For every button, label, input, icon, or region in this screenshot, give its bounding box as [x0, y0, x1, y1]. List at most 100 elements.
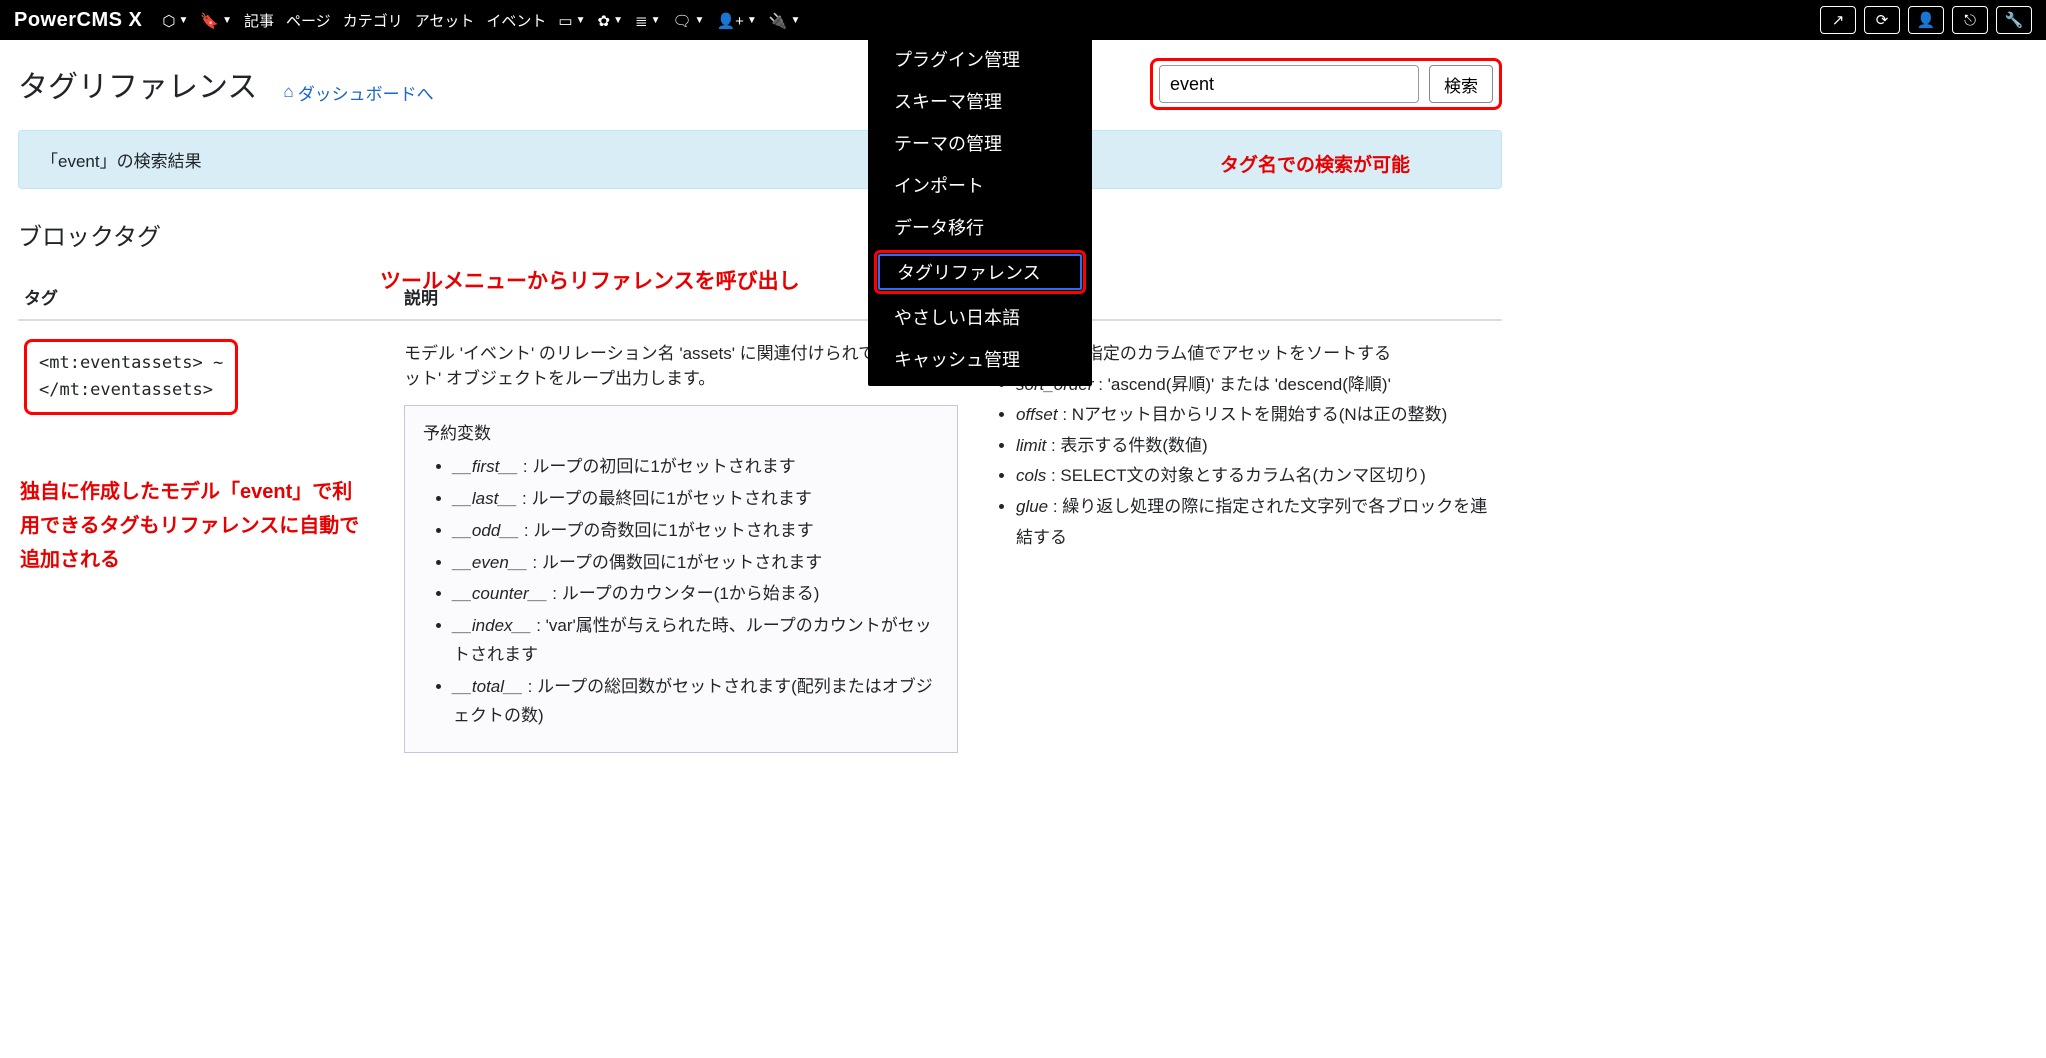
chevron-down-icon: ▼ [747, 15, 757, 26]
chevron-down-icon: ▼ [790, 15, 800, 26]
search-form: 検索 [1150, 58, 1502, 110]
var-name: __first__ [453, 457, 518, 476]
nav-item-label: アセット [415, 10, 475, 31]
table-row: <mt:eventassets> ~ </mt:eventassets> 独自に… [18, 320, 1502, 771]
cube-icon[interactable]: ⬡▼ [156, 8, 194, 34]
annotation-menu: ツールメニューからリファレンスを呼び出し [380, 265, 800, 295]
nav-item-label: 記事 [244, 10, 274, 31]
plug-icon: 🔌 [769, 12, 788, 30]
chevron-down-icon: ▼ [178, 15, 188, 26]
dropdown-item-2[interactable]: テーマの管理 [868, 122, 1092, 164]
logout-button[interactable]: ⎋ [1952, 6, 1988, 34]
user-plus-icon[interactable]: 👤+ ▼ [710, 8, 762, 34]
search-input[interactable] [1159, 65, 1419, 103]
tools-dropdown-menu: プラグイン管理スキーマ管理テーマの管理インポートデータ移行タグリファレンスやさし… [868, 32, 1092, 386]
plug-icon[interactable]: 🔌▼ [763, 8, 807, 34]
logout-button-icon: ⎋ [1964, 12, 1976, 29]
page-header: タグリファレンス ⌂ ダッシュボードへ 検索 [18, 58, 1502, 110]
dashboard-link-label: ダッシュボードへ [298, 80, 434, 105]
navbar-left: PowerCMS X ⬡▼🔖▼記事ページカテゴリアセットイベント▭▼✿▼≣▼🗨▼… [14, 6, 806, 35]
section-title: ブロックタグ [18, 217, 1502, 252]
window-icon: ▭ [558, 12, 572, 30]
user-button-icon: 👤 [1917, 11, 1936, 29]
list-item: __first__ : ループの初回に1がセットされます [453, 453, 939, 482]
list-item: limit : 表示する件数(数値) [1016, 431, 1496, 462]
refresh-button-icon: ⟳ [1876, 11, 1889, 29]
page-container: タグリファレンス ⌂ ダッシュボードへ 検索 タグ名での検索が可能 「event… [0, 40, 1520, 811]
search-button[interactable]: 検索 [1429, 65, 1493, 103]
chevron-down-icon: ▼ [576, 15, 586, 26]
param-name: limit [1016, 436, 1046, 455]
user-button[interactable]: 👤 [1908, 6, 1944, 34]
param-desc: : 'ascend(昇順)' または 'descend(降順)' [1093, 375, 1390, 394]
dropdown-item-6[interactable]: やさしい日本語 [868, 296, 1092, 338]
dropdown-item-1[interactable]: スキーマ管理 [868, 80, 1092, 122]
gear-icon[interactable]: ✿▼ [592, 8, 629, 34]
reserved-vars-box: 予約変数 __first__ : ループの初回に1がセットされます__last_… [404, 405, 958, 753]
user-plus-icon: 👤+ [716, 12, 743, 30]
open-external-button-icon: ↗ [1832, 11, 1845, 29]
page-title: タグリファレンス [18, 62, 257, 106]
list-item: __even__ : ループの偶数回に1がセットされます [453, 549, 939, 578]
chevron-down-icon: ▼ [613, 15, 623, 26]
param-desc: : 表示する件数(数値) [1046, 436, 1208, 455]
nav-item-label: ページ [286, 10, 331, 31]
list-item: cols : SELECT文の対象とするカラム名(カンマ区切り) [1016, 461, 1496, 492]
comments-icon[interactable]: 🗨▼ [666, 8, 710, 34]
tools-button[interactable]: 🔧 [1996, 6, 2032, 34]
param-name: offset [1016, 405, 1058, 424]
dashboard-link[interactable]: ⌂ ダッシュボードへ [283, 80, 433, 105]
reserved-vars-list: __first__ : ループの初回に1がセットされます__last__ : ル… [423, 453, 939, 731]
list-item: __last__ : ループの最終回に1がセットされます [453, 485, 939, 514]
list-item: __total__ : ループの総回数がセットされます(配列またはオブジェクトの… [453, 673, 939, 731]
list-item: __counter__ : ループのカウンター(1から始まる) [453, 580, 939, 609]
nav-item-label: カテゴリ [343, 10, 403, 31]
nav-item-label: イベント [486, 10, 546, 31]
param-name: cols [1016, 466, 1046, 485]
var-name: __index__ [453, 616, 531, 635]
nav-item-記事[interactable]: 記事 [238, 6, 280, 35]
gear-icon: ✿ [598, 12, 611, 30]
dropdown-item-3[interactable]: インポート [868, 164, 1092, 206]
cube-icon: ⬡ [162, 12, 175, 30]
database-icon: ≣ [635, 12, 648, 30]
list-item: __odd__ : ループの奇数回に1がセットされます [453, 517, 939, 546]
var-name: __even__ [453, 553, 528, 572]
reserved-vars-title: 予約変数 [423, 420, 939, 449]
bookmark-icon: 🔖 [200, 12, 219, 30]
nav-item-ページ[interactable]: ページ [280, 6, 337, 35]
var-desc: : ループの初回に1がセットされます [518, 457, 796, 476]
nav-item-アセット[interactable]: アセット [409, 6, 481, 35]
param-desc: : Nアセット目からリストを開始する(Nは正の整数) [1058, 405, 1448, 424]
annotation-model: 独自に作成したモデル「event」で利用できるタグもリファレンスに自動で追加され… [20, 475, 360, 577]
list-item: glue : 繰り返し処理の際に指定された文字列で各ブロックを連結する [1016, 492, 1496, 553]
bookmark-icon[interactable]: 🔖▼ [194, 8, 238, 34]
navbar-right: ↗ ⟳ 👤 ⎋ 🔧 [1820, 6, 2032, 34]
chevron-down-icon: ▼ [695, 15, 705, 26]
list-item: __index__ : 'var'属性が与えられた時、ループのカウントがセットさ… [453, 612, 939, 670]
var-name: __last__ [453, 489, 517, 508]
tag-table: タグ 説明 <mt:eventassets> ~ </mt:eventasset… [18, 274, 1502, 771]
param-desc: : 指定のカラム値でアセットをソートする [1072, 344, 1391, 363]
dropdown-item-5[interactable]: タグリファレンス [874, 250, 1086, 294]
tools-button-icon: 🔧 [2005, 11, 2024, 29]
var-name: __total__ [453, 677, 523, 696]
window-icon[interactable]: ▭▼ [552, 8, 591, 34]
chevron-down-icon: ▼ [222, 15, 232, 26]
var-desc: : ループの最終回に1がセットされます [517, 489, 812, 508]
nav-item-イベント[interactable]: イベント [480, 6, 552, 35]
refresh-button[interactable]: ⟳ [1864, 6, 1900, 34]
var-desc: : ループのカウンター(1から始まる) [548, 584, 820, 603]
dropdown-item-4[interactable]: データ移行 [868, 206, 1092, 248]
open-external-button[interactable]: ↗ [1820, 6, 1856, 34]
dropdown-item-0[interactable]: プラグイン管理 [868, 38, 1092, 80]
brand[interactable]: PowerCMS X [14, 9, 142, 32]
nav-item-カテゴリ[interactable]: カテゴリ [337, 6, 409, 35]
param-desc: : SELECT文の対象とするカラム名(カンマ区切り) [1046, 466, 1426, 485]
dropdown-item-7[interactable]: キャッシュ管理 [868, 338, 1092, 380]
annotation-search: タグ名での検索が可能 [1220, 150, 1410, 177]
chevron-down-icon: ▼ [651, 15, 661, 26]
database-icon[interactable]: ≣▼ [629, 8, 666, 34]
param-name: glue [1016, 497, 1048, 516]
var-name: __odd__ [453, 521, 519, 540]
